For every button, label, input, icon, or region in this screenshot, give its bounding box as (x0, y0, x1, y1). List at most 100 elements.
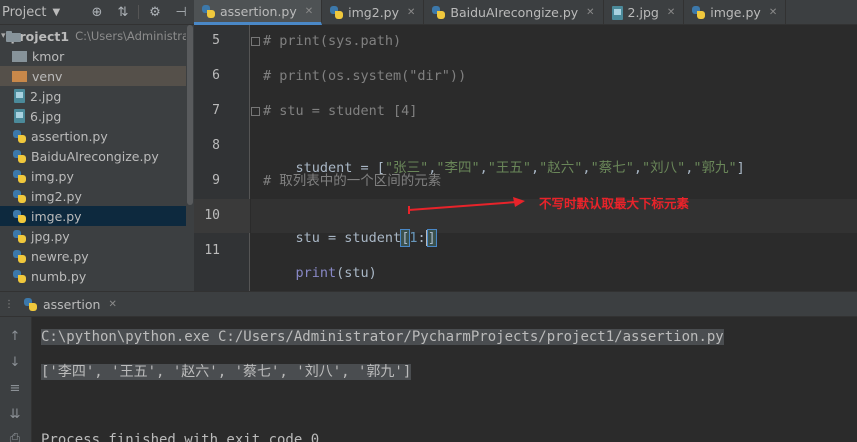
scrollbar-thumb[interactable] (187, 25, 193, 205)
code-token: , (531, 160, 540, 176)
editor-tab-bar: assertion.py ✕ img2.py ✕ BaiduAIrecongiz… (194, 0, 857, 25)
close-icon[interactable]: ✕ (586, 7, 594, 18)
chevron-down-icon[interactable]: ▾ (1, 31, 6, 41)
code-string: "郭九" (693, 160, 737, 176)
code-token: ] (736, 160, 745, 176)
python-file-icon (13, 249, 26, 263)
line-number: 6 (212, 68, 220, 83)
code-line-9: # 取列表中的一个区间的元素 (263, 173, 442, 189)
annotation-text: 不写时默认取最大下标元素 (539, 196, 690, 211)
tree-item-path: C:\Users\Administrato (75, 29, 194, 43)
folder-icon (12, 70, 27, 82)
code-string: "赵六" (539, 160, 583, 176)
python-file-icon (13, 189, 26, 203)
drag-handle-icon[interactable]: ⋮ (4, 299, 14, 310)
run-tab-label[interactable]: assertion (43, 297, 100, 312)
code-line-11: print(stu) (263, 240, 377, 281)
close-icon[interactable]: ✕ (667, 7, 675, 18)
run-console[interactable]: C:\python\python.exe C:/Users/Administra… (32, 317, 857, 442)
run-panel-header: ⋮ assertion ✕ (0, 291, 857, 317)
scroll-end-icon[interactable]: ⇊ (6, 405, 24, 423)
python-file-icon (13, 129, 26, 143)
tab-2-jpg[interactable]: 2.jpg ✕ (604, 0, 685, 25)
chevron-down-icon[interactable]: ▼ (52, 7, 60, 18)
line-number: 5 (212, 33, 220, 48)
image-file-icon (611, 5, 623, 20)
code-string: "刘八" (641, 160, 686, 176)
close-icon[interactable]: ✕ (305, 6, 313, 17)
fold-marker-icon[interactable] (251, 107, 260, 116)
tree-item-jpg-py[interactable]: jpg.py (0, 226, 186, 246)
tree-item-baiduairecongize-py[interactable]: BaiduAIrecongize.py (0, 146, 186, 166)
tab-img2-py[interactable]: img2.py ✕ (322, 0, 425, 25)
code-token: , (633, 160, 642, 176)
wrap-icon[interactable]: ≡ (6, 379, 24, 397)
console-line: Process finished with exit code 0 (41, 432, 320, 442)
tab-baiduairecongize-py[interactable]: BaiduAIrecongize.py ✕ (424, 0, 604, 25)
tree-item-label: numb.py (31, 268, 87, 284)
tree-item-assertion-py[interactable]: assertion.py (0, 126, 186, 146)
tree-item-img-py[interactable]: img.py (0, 166, 186, 186)
code-token: , (582, 160, 591, 176)
console-line: C:\python\python.exe C:/Users/Administra… (41, 329, 724, 345)
tab-label: img2.py (348, 5, 399, 20)
tree-item-label: 6.jpg (30, 108, 62, 124)
close-icon[interactable]: ✕ (769, 7, 777, 18)
tab-label: BaiduAIrecongize.py (450, 5, 579, 20)
tree-item-img2-py[interactable]: img2.py (0, 186, 186, 206)
tree-item-6-jpg[interactable]: 6.jpg (0, 106, 186, 126)
code-builtin: print (295, 265, 337, 281)
tree-item-label: BaiduAIrecongize.py (31, 148, 159, 164)
image-file-icon (14, 89, 25, 103)
image-file-icon (14, 109, 25, 123)
code-line-7: # stu = student [4] (263, 103, 418, 119)
code-token: : (417, 230, 426, 246)
close-icon[interactable]: ✕ (108, 299, 116, 310)
python-file-icon (432, 6, 446, 19)
collapse-icon[interactable]: ⇅ (114, 3, 132, 21)
line-number: 11 (204, 243, 220, 258)
gear-icon[interactable]: ⚙ (146, 3, 164, 21)
print-icon[interactable]: ⎙ (6, 429, 24, 442)
line-number: 10 (204, 208, 220, 223)
close-icon[interactable]: ✕ (407, 7, 415, 18)
code-token: , (479, 160, 488, 176)
tab-imge-py[interactable]: imge.py ✕ (684, 0, 787, 25)
tree-item-venv[interactable]: venv (0, 66, 186, 86)
tree-scrollbar[interactable] (186, 25, 194, 291)
code-editor[interactable]: # print(sys.path) # print(os.system("dir… (251, 25, 857, 291)
hide-icon[interactable]: ⊣ (172, 3, 190, 21)
crosshair-icon[interactable]: ⊕ (88, 3, 106, 21)
project-panel-title[interactable]: Project (0, 5, 46, 20)
tree-item-imge-py[interactable]: imge.py (0, 206, 186, 226)
project-tree: ▾ project1 C:\Users\Administrato kmor ve… (0, 25, 194, 291)
run-toolbar: ↑ ↓ ≡ ⇊ ⎙ (0, 317, 32, 442)
python-file-icon (13, 269, 26, 283)
tree-item-label: venv (32, 68, 63, 84)
code-string: "蔡七" (590, 160, 634, 176)
line-number: 7 (212, 103, 220, 118)
tree-item-newre-py[interactable]: newre.py (0, 246, 186, 266)
fold-marker-icon[interactable] (251, 37, 260, 46)
tree-item-project1[interactable]: ▾ project1 C:\Users\Administrato (0, 26, 194, 46)
tree-item-2-jpg[interactable]: 2.jpg (0, 86, 186, 106)
arrow-up-icon[interactable]: ↑ (6, 327, 24, 345)
arrow-down-icon[interactable]: ↓ (6, 353, 24, 371)
code-string: "王五" (487, 160, 532, 176)
folder-icon (12, 50, 27, 62)
python-file-icon (330, 6, 344, 19)
tree-item-numb-py[interactable]: numb.py (0, 266, 186, 286)
python-file-icon (13, 209, 26, 223)
tab-assertion-py[interactable]: assertion.py ✕ (194, 0, 323, 25)
python-file-icon (24, 297, 37, 311)
tree-item-kmor[interactable]: kmor (0, 46, 186, 66)
tree-item-label: assertion.py (31, 128, 108, 144)
code-string: "李四" (436, 160, 480, 176)
divider (138, 5, 139, 19)
code-token: (stu) (336, 265, 377, 281)
tree-item-label: kmor (32, 48, 65, 64)
code-line-6: # print(os.system("dir")) (263, 68, 467, 84)
bracket-match: ] (426, 229, 437, 247)
annotation-arrow-icon (408, 197, 525, 214)
python-file-icon (692, 6, 706, 19)
